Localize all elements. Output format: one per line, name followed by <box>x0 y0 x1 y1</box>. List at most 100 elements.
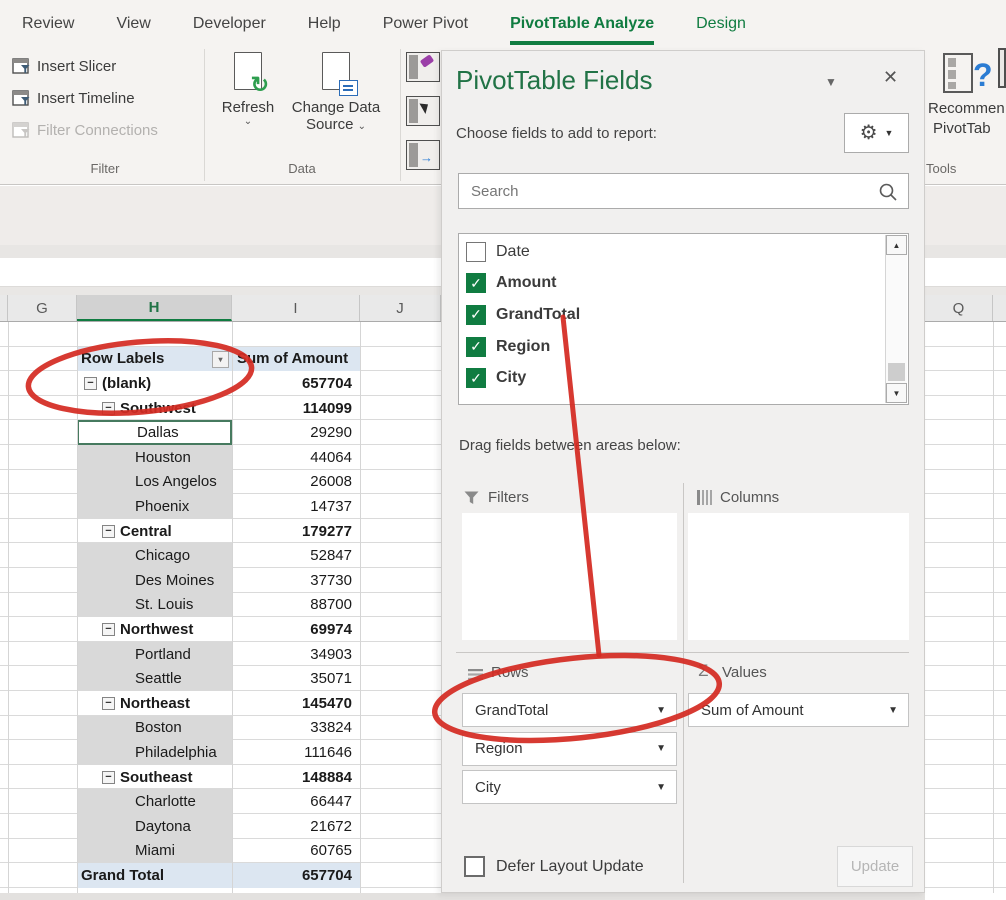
row-label-cell[interactable]: Row Labels ▾ <box>77 346 232 372</box>
field-item-date[interactable]: Date <box>459 236 879 268</box>
scroll-down-button[interactable]: ▼ <box>886 383 907 403</box>
field-item-grandtotal[interactable]: ✓ GrandTotal <box>459 299 879 331</box>
value-cell[interactable]: 148884 <box>232 765 360 790</box>
collapse-button[interactable]: − <box>102 401 115 415</box>
rows-field-region[interactable]: Region ▼ <box>462 731 677 766</box>
row-label-cell[interactable]: Des Moines <box>77 568 232 593</box>
tools-gear-button[interactable]: ⚙ ▼ <box>844 113 909 153</box>
collapse-button[interactable]: − <box>102 770 115 784</box>
value-cell[interactable]: 657704 <box>232 371 360 396</box>
value-cell[interactable]: 66447 <box>232 789 360 814</box>
value-cell[interactable]: 145470 <box>232 691 360 716</box>
column-header-Q[interactable]: Q <box>925 295 993 321</box>
checked-checkbox-icon[interactable]: ✓ <box>466 336 486 357</box>
tab-review[interactable]: Review <box>22 0 74 45</box>
tab-power-pivot[interactable]: Power Pivot <box>383 0 468 45</box>
scroll-up-button[interactable]: ▲ <box>886 235 907 255</box>
column-header-I[interactable]: I <box>232 295 360 321</box>
checked-checkbox-icon[interactable]: ✓ <box>466 273 486 294</box>
columns-drop-area[interactable] <box>688 513 909 640</box>
clear-pivottable-icon[interactable] <box>406 52 440 82</box>
row-label-cell[interactable]: Chicago <box>77 543 232 568</box>
defer-layout-checkbox[interactable] <box>464 856 485 877</box>
chevron-down-icon[interactable]: ▼ <box>656 705 666 716</box>
active-cell[interactable]: Dallas <box>77 420 232 445</box>
filters-drop-area[interactable] <box>462 513 677 640</box>
chevron-down-icon[interactable]: ▼ <box>656 743 666 754</box>
unchecked-checkbox-icon[interactable] <box>466 241 486 262</box>
move-pivottable-icon[interactable]: → <box>406 140 440 170</box>
value-cell[interactable]: 37730 <box>232 568 360 593</box>
value-cell[interactable]: 35071 <box>232 666 360 691</box>
row-label-cell[interactable]: Charlotte <box>77 789 232 814</box>
value-cell[interactable]: 114099 <box>232 396 360 421</box>
row-label-cell[interactable]: − Northeast <box>77 691 232 716</box>
chevron-down-icon[interactable]: ▼ <box>888 705 898 716</box>
column-header-H[interactable]: H <box>77 295 232 321</box>
collapse-button[interactable]: − <box>84 376 97 390</box>
column-header-J[interactable]: J <box>360 295 441 321</box>
value-cell[interactable]: 69974 <box>232 617 360 642</box>
field-item-amount[interactable]: ✓ Amount <box>459 268 879 300</box>
field-item-city[interactable]: ✓ City <box>459 362 879 394</box>
value-cell[interactable]: 52847 <box>232 543 360 568</box>
row-label-cell[interactable]: − Central <box>77 519 232 544</box>
value-cell[interactable]: 26008 <box>232 470 360 495</box>
row-label-cell[interactable]: St. Louis <box>77 592 232 618</box>
value-cell[interactable]: 657704 <box>232 863 360 888</box>
row-label-cell[interactable]: Houston <box>77 445 232 470</box>
insert-timeline-button[interactable]: Insert Timeline <box>12 84 135 112</box>
update-button[interactable]: Update <box>837 846 913 887</box>
row-label-cell[interactable]: Grand Total <box>77 863 232 888</box>
collapse-button[interactable]: − <box>102 524 115 538</box>
value-cell[interactable]: Sum of Amount <box>232 346 360 372</box>
row-label-cell[interactable]: Dallas <box>77 420 232 445</box>
chevron-down-icon[interactable]: ▼ <box>656 782 666 793</box>
row-label-cell[interactable]: Seattle <box>77 666 232 691</box>
value-cell[interactable]: 34903 <box>232 642 360 667</box>
row-label-cell[interactable]: Los Angelos <box>77 469 232 495</box>
search-input[interactable] <box>471 174 861 208</box>
tab-help[interactable]: Help <box>308 0 341 45</box>
value-cell[interactable]: 21672 <box>232 814 360 839</box>
rows-field-grandtotal[interactable]: GrandTotal ▼ <box>462 693 677 727</box>
select-pivottable-icon[interactable] <box>406 96 440 126</box>
row-label-cell[interactable]: − (blank) <box>77 371 232 396</box>
scrollbar-thumb[interactable] <box>888 363 905 381</box>
value-cell[interactable]: 60765 <box>232 839 360 864</box>
pane-options-arrow-icon[interactable]: ▼ <box>825 75 837 89</box>
checked-checkbox-icon[interactable]: ✓ <box>466 368 486 389</box>
row-label-cell[interactable]: Philadelphia <box>77 740 232 765</box>
field-search-box[interactable] <box>458 173 909 209</box>
row-label-cell[interactable]: − Southwest <box>77 396 232 421</box>
value-cell[interactable]: 33824 <box>232 716 360 741</box>
tab-design[interactable]: Design <box>696 0 746 45</box>
row-labels-filter-button[interactable]: ▾ <box>212 350 229 368</box>
column-header-G[interactable]: G <box>8 295 77 321</box>
row-label-cell[interactable]: Miami <box>77 838 232 864</box>
row-label-cell[interactable]: Phoenix <box>77 494 232 519</box>
row-label-cell[interactable]: − Northwest <box>77 617 232 642</box>
value-cell[interactable]: 111646 <box>232 740 360 765</box>
value-cell[interactable]: 44064 <box>232 445 360 470</box>
tab-pivottable-analyze[interactable]: PivotTable Analyze <box>510 0 655 45</box>
value-cell[interactable]: 179277 <box>232 519 360 544</box>
change-data-source-button[interactable]: Change Data Source ⌄ <box>283 52 389 133</box>
recommended-pivottables-icon[interactable]: ? <box>943 53 1003 97</box>
values-field-sum-of-amount[interactable]: Sum of Amount ▼ <box>688 693 909 727</box>
value-cell[interactable]: 88700 <box>232 593 360 618</box>
tab-view[interactable]: View <box>116 0 150 45</box>
field-list-scrollbar[interactable]: ▲ ▼ <box>885 235 907 403</box>
row-label-cell[interactable]: Portland <box>77 641 232 667</box>
checked-checkbox-icon[interactable]: ✓ <box>466 304 486 325</box>
close-icon[interactable]: ✕ <box>883 67 898 88</box>
value-cell[interactable]: 29290 <box>232 420 360 445</box>
row-label-cell[interactable]: − Southeast <box>77 765 232 790</box>
insert-slicer-button[interactable]: Insert Slicer <box>12 52 116 80</box>
collapse-button[interactable]: − <box>102 622 115 636</box>
rows-field-city[interactable]: City ▼ <box>462 770 677 804</box>
refresh-button[interactable]: ↻ Refresh ⌄ <box>216 52 280 128</box>
row-label-cell[interactable]: Boston <box>77 715 232 741</box>
tab-developer[interactable]: Developer <box>193 0 266 45</box>
row-label-cell[interactable]: Daytona <box>77 814 232 839</box>
